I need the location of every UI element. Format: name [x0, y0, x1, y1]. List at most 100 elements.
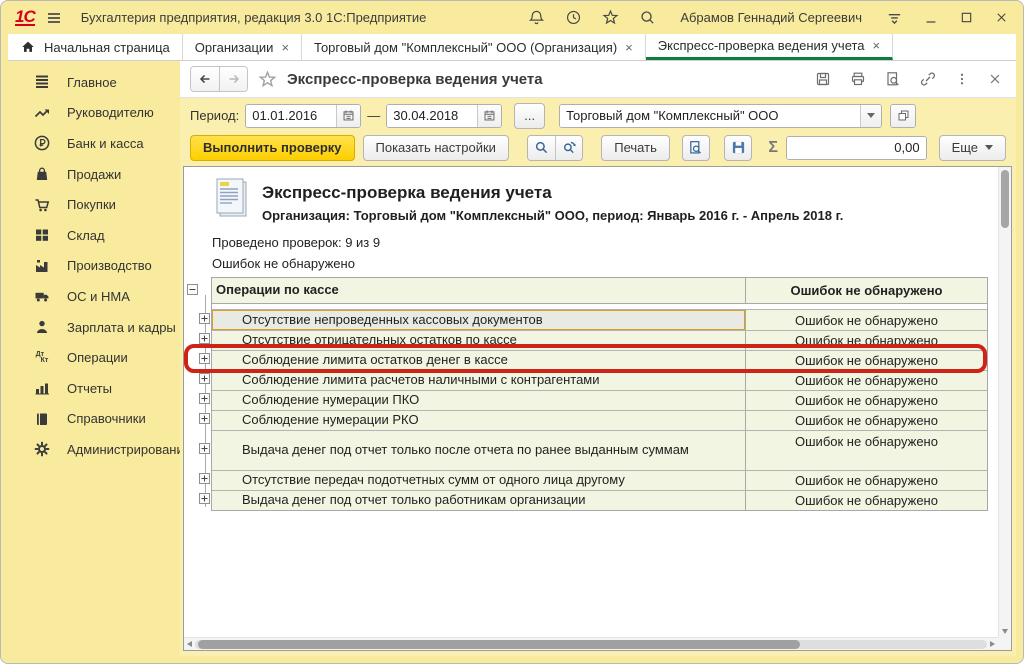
forward-button[interactable]: [219, 67, 247, 91]
close-report-icon[interactable]: [988, 72, 1002, 86]
show-settings-button[interactable]: Показать настройки: [363, 135, 509, 161]
minimize-icon[interactable]: [923, 10, 939, 26]
tab-close-icon[interactable]: ×: [281, 41, 289, 54]
sidebar-item-main[interactable]: Главное: [8, 67, 180, 98]
horizontal-scrollbar[interactable]: [184, 637, 998, 650]
get-link-icon[interactable]: [920, 71, 936, 87]
expand-row-icon[interactable]: [199, 373, 210, 384]
back-button[interactable]: [191, 67, 219, 91]
vertical-scroll-thumb[interactable]: [1001, 170, 1009, 228]
check-name-cell[interactable]: Соблюдение лимита расчетов наличными с к…: [212, 371, 746, 390]
table-row[interactable]: Соблюдение лимита расчетов наличными с к…: [212, 370, 987, 390]
check-status-cell[interactable]: Ошибок не обнаружено: [746, 351, 987, 370]
date-from-input[interactable]: [246, 105, 336, 127]
check-name-cell[interactable]: Отсутствие отрицательных остатков по кас…: [212, 331, 746, 350]
table-row[interactable]: Соблюдение лимита остатков денег в кассе…: [212, 350, 987, 370]
scroll-left-arrow-icon[interactable]: [187, 641, 192, 647]
search-icon[interactable]: [639, 9, 656, 26]
expand-row-icon[interactable]: [199, 493, 210, 504]
sidebar-item-production[interactable]: Производство: [8, 251, 180, 282]
horizontal-scroll-thumb[interactable]: [198, 640, 800, 649]
more-button[interactable]: Еще: [939, 135, 1006, 161]
check-status-cell[interactable]: Ошибок не обнаружено: [746, 431, 987, 470]
expand-row-icon[interactable]: [199, 313, 210, 324]
dropdown-caret-icon[interactable]: [860, 105, 881, 127]
check-status-cell[interactable]: Ошибок не обнаружено: [746, 391, 987, 410]
check-name-cell[interactable]: Отсутствие непроведенных кассовых докуме…: [212, 310, 746, 330]
run-check-button[interactable]: Выполнить проверку: [190, 135, 355, 161]
hamburger-menu-icon[interactable]: [45, 9, 63, 27]
check-name-cell[interactable]: Соблюдение нумерации РКО: [212, 411, 746, 430]
sidebar-item-manager[interactable]: Руководителю: [8, 98, 180, 129]
expand-row-icon[interactable]: [199, 393, 210, 404]
table-row[interactable]: Отсутствие непроведенных кассовых докуме…: [212, 310, 987, 330]
preview-button[interactable]: [682, 135, 710, 161]
history-icon[interactable]: [565, 9, 582, 26]
close-window-icon[interactable]: [994, 10, 1009, 25]
expand-row-icon[interactable]: [199, 473, 210, 484]
expand-row-icon[interactable]: [199, 333, 210, 344]
calendar-icon[interactable]: [477, 105, 501, 127]
sidebar-item-directories[interactable]: Справочники: [8, 404, 180, 435]
table-row[interactable]: Соблюдение нумерации РКО Ошибок не обнар…: [212, 410, 987, 430]
expand-row-icon[interactable]: [199, 413, 210, 424]
more-menu-kebab-icon[interactable]: [955, 71, 969, 87]
table-group-header[interactable]: Операции по кассе Ошибок не обнаружено: [212, 278, 987, 304]
repeat-find-icon[interactable]: [555, 136, 582, 160]
current-user-name[interactable]: Абрамов Геннадий Сергеевич: [680, 10, 862, 25]
find-icon[interactable]: [528, 136, 555, 160]
check-status-cell[interactable]: Ошибок не обнаружено: [746, 331, 987, 350]
check-status-cell[interactable]: Ошибок не обнаружено: [746, 471, 987, 490]
sidebar-item-reports[interactable]: Отчеты: [8, 373, 180, 404]
check-name-cell[interactable]: Соблюдение нумерации ПКО: [212, 391, 746, 410]
sidebar-item-purchases[interactable]: Покупки: [8, 189, 180, 220]
maximize-icon[interactable]: [959, 10, 974, 25]
check-name-cell[interactable]: Отсутствие передач подотчетных сумм от о…: [212, 471, 746, 490]
print-preview-icon[interactable]: [885, 71, 901, 87]
check-status-cell[interactable]: Ошибок не обнаружено: [746, 491, 987, 510]
check-name-cell[interactable]: Выдача денег под отчет только после отче…: [212, 431, 746, 470]
expand-row-icon[interactable]: [199, 443, 210, 454]
sidebar-item-administration[interactable]: Администрирование: [8, 434, 180, 465]
check-status-cell[interactable]: Ошибок не обнаружено: [746, 371, 987, 390]
favorite-star-icon[interactable]: [258, 70, 277, 89]
favorites-star-icon[interactable]: [602, 9, 619, 26]
tab-close-icon[interactable]: ×: [873, 39, 881, 52]
save-icon[interactable]: [815, 71, 831, 87]
vertical-scrollbar[interactable]: [998, 167, 1011, 637]
sidebar-item-warehouse[interactable]: Склад: [8, 220, 180, 251]
expand-row-icon[interactable]: [199, 353, 210, 364]
sidebar-item-operations[interactable]: ДтКт Операции: [8, 342, 180, 373]
sidebar-item-bank-cash[interactable]: Банк и касса: [8, 128, 180, 159]
check-name-cell[interactable]: Соблюдение лимита остатков денег в кассе: [212, 351, 746, 370]
table-row[interactable]: Отсутствие отрицательных остатков по кас…: [212, 330, 987, 350]
collapse-group-icon[interactable]: [187, 284, 198, 295]
sidebar-item-salary-hr[interactable]: Зарплата и кадры: [8, 312, 180, 343]
sum-input[interactable]: [787, 137, 926, 159]
sidebar-item-sales[interactable]: Продажи: [8, 159, 180, 190]
table-row[interactable]: Отсутствие передач подотчетных сумм от о…: [212, 470, 987, 490]
check-name-cell[interactable]: Выдача денег под отчет только работникам…: [212, 491, 746, 510]
group-status[interactable]: Ошибок не обнаружено: [746, 278, 987, 303]
scroll-right-arrow-icon[interactable]: [990, 641, 995, 647]
period-picker-button[interactable]: ...: [514, 103, 545, 129]
horizontal-scroll-track[interactable]: [195, 640, 987, 649]
check-status-cell[interactable]: Ошибок не обнаружено: [746, 310, 987, 330]
print-icon[interactable]: [850, 71, 866, 87]
scroll-down-arrow-icon[interactable]: [1002, 629, 1008, 634]
print-button[interactable]: Печать: [601, 135, 670, 161]
table-row[interactable]: Выдача денег под отчет только работникам…: [212, 490, 987, 510]
tab-organization-card[interactable]: Торговый дом "Комплексный" ООО (Организа…: [302, 34, 646, 60]
calendar-icon[interactable]: [336, 105, 360, 127]
open-organization-button[interactable]: [890, 104, 916, 128]
group-name[interactable]: Операции по кассе: [212, 278, 746, 303]
organization-input[interactable]: [560, 105, 860, 127]
tab-organizations[interactable]: Организации ×: [183, 34, 302, 60]
table-row[interactable]: Выдача денег под отчет только после отче…: [212, 430, 987, 470]
save-result-button[interactable]: [724, 135, 752, 161]
check-status-cell[interactable]: Ошибок не обнаружено: [746, 411, 987, 430]
tab-home[interactable]: Начальная страница: [8, 34, 183, 60]
tab-express-check[interactable]: Экспресс-проверка ведения учета ×: [646, 34, 893, 60]
service-menu-icon[interactable]: [886, 9, 903, 26]
sidebar-item-fixed-assets[interactable]: ОС и НМА: [8, 281, 180, 312]
